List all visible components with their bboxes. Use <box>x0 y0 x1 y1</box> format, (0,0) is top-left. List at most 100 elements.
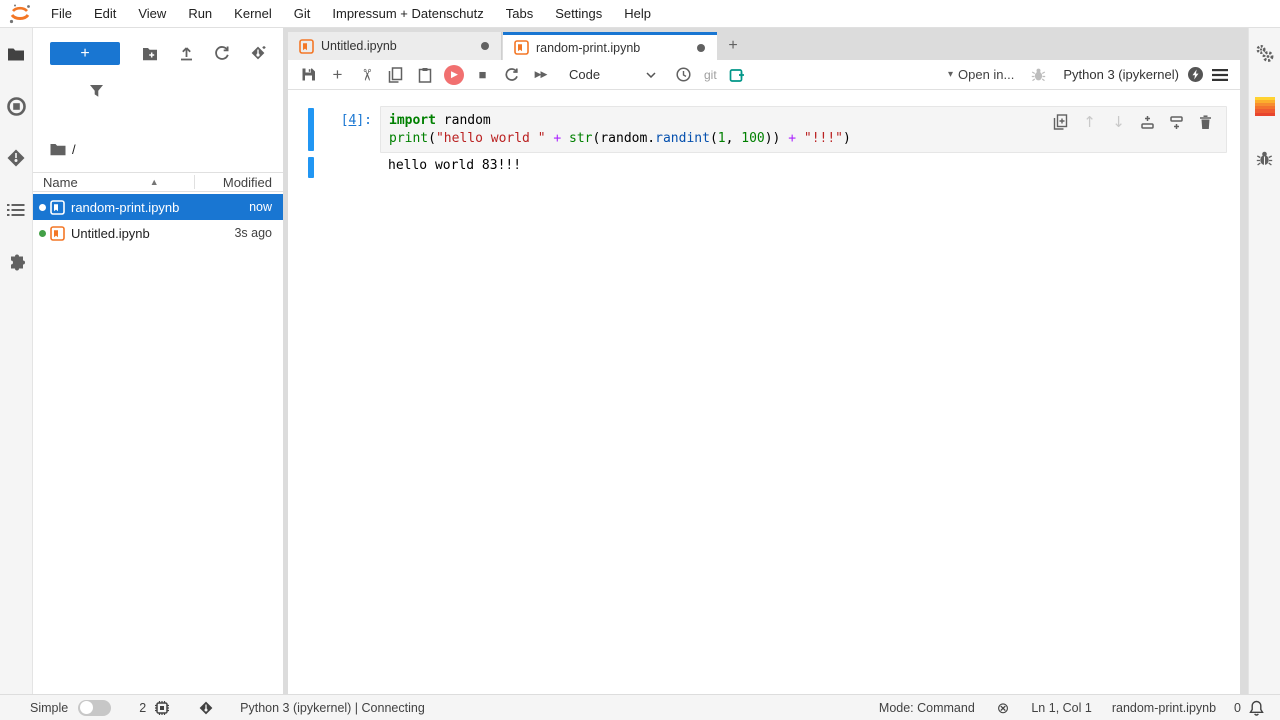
tab-bar: Untitled.ipynb random-print.ipynb + <box>283 28 1248 60</box>
menu-settings[interactable]: Settings <box>544 0 613 28</box>
upload-icon[interactable] <box>168 41 204 65</box>
file-browser-icon[interactable] <box>0 28 33 80</box>
kernel-chip-icon <box>155 700 170 715</box>
file-modified: 3s ago <box>234 226 272 240</box>
file-list-header: Name ▲ Modified <box>33 172 283 192</box>
close-dirty-icon[interactable] <box>481 42 489 50</box>
menu-file[interactable]: File <box>40 0 83 28</box>
menu-edit[interactable]: Edit <box>83 0 127 28</box>
run-cell-icon[interactable]: ▶ <box>439 62 468 88</box>
git-sidebar-icon[interactable] <box>0 132 33 184</box>
insert-cell-icon[interactable]: + <box>323 62 352 88</box>
simple-mode-toggle[interactable] <box>78 699 112 716</box>
restart-kernel-icon[interactable] <box>497 62 526 88</box>
new-folder-icon[interactable] <box>132 41 168 65</box>
active-file-name: random-print.ipynb <box>1111 700 1217 715</box>
debugger-bug-icon[interactable] <box>1024 62 1053 88</box>
open-in-dropdown[interactable]: ▾ Open in... <box>948 67 1014 82</box>
insert-cell-above-icon[interactable] <box>1133 111 1162 133</box>
tab-label: random-print.ipynb <box>536 40 641 55</box>
move-cell-down-icon[interactable]: ↓ <box>1104 111 1133 133</box>
main-dock-panel: Untitled.ipynb random-print.ipynb + + ✂ <box>283 28 1248 694</box>
app-logo-icon <box>8 3 32 25</box>
delete-cell-icon[interactable] <box>1191 111 1220 133</box>
file-browser-panel: + / Name ▲ Modified random-print.ipynb n… <box>33 28 283 694</box>
file-browser-toolbar: + <box>33 40 283 66</box>
file-row-random-print[interactable]: random-print.ipynb now <box>33 194 283 220</box>
menu-impressum[interactable]: Impressum + Datenschutz <box>321 0 494 28</box>
kernel-name-button[interactable]: Python 3 (ipykernel) <box>1063 67 1179 82</box>
cell-action-toolbar: ↑ ↓ <box>1046 111 1220 133</box>
table-of-contents-icon[interactable] <box>0 184 33 236</box>
menu-git[interactable]: Git <box>283 0 322 28</box>
breadcrumb[interactable]: / <box>50 142 76 157</box>
home-folder-icon[interactable] <box>50 143 66 156</box>
history-clock-icon[interactable] <box>669 62 698 88</box>
git-toolbar-label[interactable]: git <box>704 68 717 82</box>
menu-tabs[interactable]: Tabs <box>495 0 544 28</box>
kernel-status-text[interactable]: Python 3 (ipykernel) | Connecting <box>240 701 425 715</box>
new-tab-button[interactable]: + <box>720 32 746 60</box>
move-cell-up-icon[interactable]: ↑ <box>1075 111 1104 133</box>
right-activity-bar <box>1248 28 1280 694</box>
running-sessions-icon[interactable] <box>0 80 33 132</box>
notebook-file-icon <box>514 40 529 55</box>
output-collapser[interactable] <box>308 157 314 178</box>
close-dirty-icon[interactable] <box>697 43 705 52</box>
file-name: random-print.ipynb <box>71 199 180 215</box>
git-plus-icon[interactable] <box>723 62 752 88</box>
notebook-file-icon <box>50 225 65 241</box>
simple-mode-label: Simple <box>30 700 69 715</box>
file-name: Untitled.ipynb <box>71 225 150 241</box>
breadcrumb-root[interactable]: / <box>72 142 76 157</box>
duplicate-cell-icon[interactable] <box>1046 111 1075 133</box>
menu-run[interactable]: Run <box>177 0 223 28</box>
notebook-trust-icon: ⊗ <box>996 699 1010 717</box>
restart-run-all-icon[interactable]: ▶▶ <box>526 62 555 88</box>
bell-icon <box>1249 700 1264 716</box>
git-status-icon[interactable] <box>198 700 214 716</box>
chevron-down-icon <box>646 71 656 78</box>
interrupt-kernel-icon[interactable]: ■ <box>468 62 497 88</box>
paste-cells-icon[interactable] <box>410 62 439 88</box>
insert-cell-below-icon[interactable] <box>1162 111 1191 133</box>
tab-random-print[interactable]: random-print.ipynb <box>503 32 717 60</box>
menu-kernel[interactable]: Kernel <box>223 0 283 28</box>
running-kernels-indicator[interactable]: 2 <box>139 700 170 716</box>
kernel-offline-bolt-icon <box>1187 66 1204 83</box>
extension-manager-icon[interactable] <box>0 236 33 288</box>
menubar: File Edit View Run Kernel Git Impressum … <box>0 0 1280 28</box>
file-row-untitled[interactable]: Untitled.ipynb 3s ago <box>33 220 283 246</box>
refresh-icon[interactable] <box>204 41 240 65</box>
menu-view[interactable]: View <box>127 0 177 28</box>
notebook-toolbar: + ✂ ▶ ■ ▶▶ Code git ▾ Open in... Python … <box>288 60 1240 90</box>
cursor-position-indicator[interactable]: Ln 1, Col 1 <box>1031 701 1091 715</box>
cell-type-dropdown[interactable]: Code <box>569 67 659 82</box>
git-clone-icon[interactable] <box>240 41 276 65</box>
notebook-file-icon <box>299 38 314 54</box>
menu-help[interactable]: Help <box>613 0 662 28</box>
save-icon[interactable] <box>294 62 323 88</box>
new-launcher-button[interactable]: + <box>50 41 120 65</box>
debugger-sidebar-bug-icon[interactable] <box>1249 132 1280 184</box>
filter-files-icon[interactable] <box>89 84 105 100</box>
status-bar: Simple 2 Python 3 (ipykernel) | Connecti… <box>0 694 1280 720</box>
input-collapser[interactable] <box>308 108 314 151</box>
left-activity-bar <box>0 28 33 694</box>
notifications-indicator[interactable]: 0 <box>1234 700 1264 716</box>
command-mode-indicator[interactable]: Mode: Command <box>879 701 975 715</box>
execution-count: [4]: <box>340 113 372 128</box>
property-inspector-gears-icon[interactable] <box>1249 28 1280 80</box>
notebook-content[interactable]: [4]: import random print("hello world " +… <box>288 90 1240 694</box>
copy-cells-icon[interactable] <box>381 62 410 88</box>
cut-cells-icon[interactable]: ✂ <box>354 60 380 89</box>
toolbar-overflow-menu-icon[interactable] <box>1212 68 1228 81</box>
colormap-swatch-icon[interactable] <box>1249 80 1280 132</box>
column-name[interactable]: Name ▲ <box>43 175 194 190</box>
column-modified[interactable]: Modified <box>195 175 283 190</box>
file-modified: now <box>249 200 272 214</box>
tab-label: Untitled.ipynb <box>321 39 397 53</box>
caret-down-icon: ▾ <box>947 69 953 80</box>
tab-untitled[interactable]: Untitled.ipynb <box>288 32 502 60</box>
cell-output: hello world 83!!! <box>388 158 522 173</box>
